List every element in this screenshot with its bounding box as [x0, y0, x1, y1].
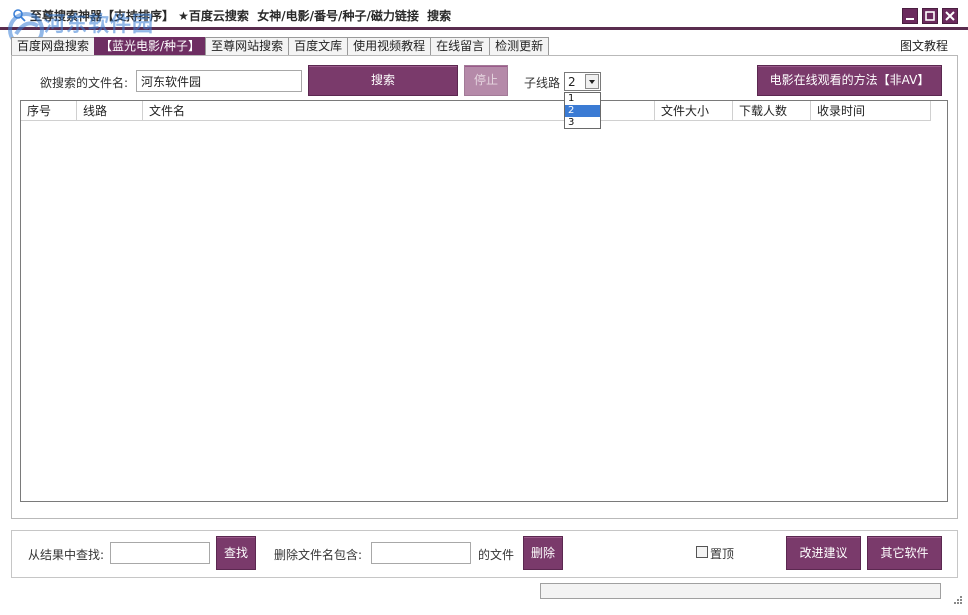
- search-button[interactable]: 搜索: [308, 65, 458, 96]
- title-bar: 至尊搜索神器【支持排序】 ★百度云搜索 女神/电影/番号/种子/磁力链接 搜索: [0, 0, 968, 30]
- maximize-icon: [925, 11, 935, 21]
- tab-site-search[interactable]: 至尊网站搜索: [205, 37, 290, 55]
- search-label: 欲搜索的文件名:: [40, 76, 129, 90]
- pin-top-label: 置顶: [710, 547, 735, 561]
- tab-baidu-netdisk[interactable]: 百度网盘搜索: [11, 37, 96, 55]
- resize-grip-icon[interactable]: [952, 593, 962, 607]
- subline-label: 子线路: [524, 76, 561, 90]
- subline-option[interactable]: 2: [565, 105, 600, 117]
- column-header-date[interactable]: 收录时间: [811, 101, 931, 121]
- find-label: 从结果中查找:: [28, 548, 105, 562]
- delete-input[interactable]: [371, 542, 471, 564]
- results-table[interactable]: 序号 线路 文件名 文件大小 下载人数 收录时间: [20, 100, 948, 502]
- find-button[interactable]: 查找: [216, 536, 256, 570]
- tab-baidu-wenku[interactable]: 百度文库: [288, 37, 349, 55]
- help-tutorial-link[interactable]: 图文教程: [900, 37, 948, 54]
- close-button[interactable]: [942, 8, 958, 24]
- maximize-button[interactable]: [922, 8, 938, 24]
- column-header-downloads[interactable]: 下载人数: [733, 101, 811, 121]
- progress-bar: [540, 583, 941, 599]
- delete-label: 删除文件名包含:: [274, 548, 363, 562]
- subline-select[interactable]: 2: [564, 72, 601, 91]
- subline-value: 2: [568, 75, 576, 89]
- app-icon: [12, 8, 26, 22]
- delete-suffix-label: 的文件: [478, 548, 515, 562]
- stop-button[interactable]: 停止: [464, 65, 508, 96]
- column-header-index[interactable]: 序号: [21, 101, 77, 121]
- search-input[interactable]: [136, 70, 302, 92]
- delete-button[interactable]: 删除: [523, 536, 563, 570]
- column-header-line[interactable]: 线路: [77, 101, 143, 121]
- movie-method-button[interactable]: 电影在线观看的方法【非AV】: [757, 65, 942, 96]
- tab-strip: 百度网盘搜索 【蓝光电影/种子】 至尊网站搜索 百度文库 使用视频教程 在线留言…: [11, 37, 550, 55]
- subline-option[interactable]: 1: [565, 93, 600, 105]
- subline-dropdown: 1 2 3: [564, 92, 601, 129]
- chevron-down-icon[interactable]: [585, 74, 599, 89]
- subline-option[interactable]: 3: [565, 117, 600, 129]
- minimize-button[interactable]: [902, 8, 918, 24]
- tab-online-message[interactable]: 在线留言: [430, 37, 491, 55]
- suggest-button[interactable]: 改进建议: [786, 536, 861, 570]
- close-icon: [945, 11, 955, 21]
- other-software-button[interactable]: 其它软件: [867, 536, 942, 570]
- tab-bluray-movies[interactable]: 【蓝光电影/种子】: [94, 37, 207, 55]
- find-input[interactable]: [110, 542, 210, 564]
- tab-video-tutorial[interactable]: 使用视频教程: [347, 37, 432, 55]
- minimize-icon: [906, 18, 914, 20]
- pin-top-checkbox[interactable]: [696, 546, 708, 558]
- tab-check-update[interactable]: 检测更新: [489, 37, 550, 55]
- window-title: 至尊搜索神器【支持排序】 ★百度云搜索 女神/电影/番号/种子/磁力链接 搜索: [30, 9, 452, 23]
- column-header-filesize[interactable]: 文件大小: [655, 101, 733, 121]
